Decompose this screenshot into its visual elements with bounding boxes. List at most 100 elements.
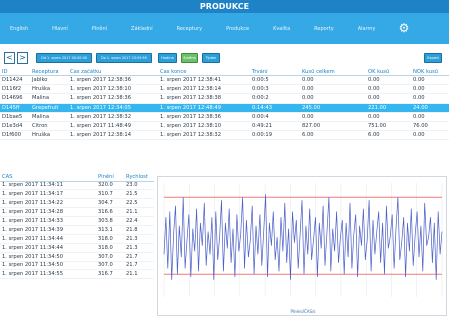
nav-kvalita[interactable]: Kvalita — [273, 26, 290, 32]
export-button[interactable]: Export — [424, 53, 442, 63]
prev-button[interactable]: < — [4, 52, 15, 64]
table-cell: 0.00 — [411, 84, 449, 95]
table-cell: 0.00 — [300, 93, 366, 104]
fill-chart: Plnění/ČAS/s — [157, 176, 447, 316]
measurement-cell: 21.1 — [124, 269, 154, 280]
measurement-cell: 310.7 — [96, 189, 124, 200]
production-table: ID Receptura Čas začátku Čas konce Trván… — [0, 69, 449, 165]
table-cell: 0:00:5 — [250, 75, 300, 86]
table-cell: Grepefruit — [30, 103, 68, 113]
table-cell: 0.00 — [411, 93, 449, 104]
table-cell: 1. srpen 2017 12:38:10 — [68, 84, 158, 95]
table-cell: 0.00 — [411, 130, 449, 141]
table-cell: 76.00 — [411, 121, 449, 132]
table-cell: 0.00 — [411, 112, 449, 122]
hour-button[interactable]: Hodina — [158, 53, 177, 63]
table-row[interactable]: D1e3d4 Citron 1. srpen 2017 11:48:49 1. srp… — [0, 121, 449, 132]
measurement-row[interactable]: 1. srpen 2017 11:34:50 307.0 21.7 — [0, 252, 154, 262]
measurement-cell: 1. srpen 2017 11:34:33 — [0, 216, 96, 226]
table-cell: Hruška — [30, 84, 68, 95]
table-cell: 0:00:4 — [250, 112, 300, 122]
table-cell: 1. srpen 2017 12:38:36 — [68, 93, 158, 104]
table-cell: Citron — [30, 121, 68, 132]
nav-english[interactable]: English — [10, 26, 28, 32]
table-cell: D145ff — [0, 103, 30, 113]
table-row[interactable]: D1f600 Hruška 1. srpen 2017 12:38:14 1. srp… — [0, 130, 449, 141]
table-row[interactable]: D11424 Jablko 1. srpen 2017 12:38:36 1. srp… — [0, 75, 449, 86]
measurement-cell: 23.0 — [124, 181, 154, 191]
measurement-cell: 21.8 — [124, 225, 154, 235]
table-cell: 0:00:19 — [250, 130, 300, 141]
table-cell: D1e3d4 — [0, 121, 30, 132]
table-cell: 0.00 — [366, 75, 411, 86]
measurement-header-row: ČAS Plnění Rychlost — [0, 174, 154, 182]
measurement-table: ČAS Plnění Rychlost 1. srpen 2017 11:34:… — [0, 174, 154, 308]
table-cell: D11424 — [0, 75, 30, 86]
table-cell: 1. srpen 2017 12:38:36 — [158, 112, 250, 122]
measurement-row[interactable]: 1. srpen 2017 11:34:11 320.0 23.0 — [0, 181, 154, 191]
measurement-cell: 304.7 — [96, 198, 124, 209]
table-cell: D14696 — [0, 93, 30, 104]
next-button[interactable]: > — [17, 52, 28, 64]
measurement-row[interactable]: 1. srpen 2017 11:34:55 316.7 21.1 — [0, 269, 154, 280]
measurement-row[interactable]: 1. srpen 2017 11:34:33 303.8 22.4 — [0, 216, 154, 226]
measurement-cell: 21.3 — [124, 234, 154, 244]
measurement-cell: 318.0 — [96, 234, 124, 244]
measurement-cell: 320.0 — [96, 181, 124, 191]
date-to-button[interactable]: Do 1. srpen 2017 23:59:59 — [96, 53, 152, 63]
table-cell: 1. srpen 2017 12:38:36 — [68, 75, 158, 86]
measurement-row[interactable]: 1. srpen 2017 11:34:22 304.7 22.5 — [0, 198, 154, 209]
nav-produkce[interactable]: Produkce — [226, 26, 249, 32]
measurement-cell: 21.1 — [124, 207, 154, 218]
week-button[interactable]: Týden — [202, 53, 220, 63]
table-cell: Malina — [30, 112, 68, 122]
table-cell: 0.00 — [411, 75, 449, 86]
table-cell: 0.00 — [300, 84, 366, 95]
shift-button[interactable]: Směna — [181, 53, 198, 63]
table-cell: Malina — [30, 93, 68, 104]
column-header[interactable]: ČAS — [0, 174, 96, 182]
column-header[interactable]: Plnění — [96, 174, 124, 182]
table-cell: 0:00:2 — [250, 93, 300, 104]
nav-zakladni[interactable]: Základní — [131, 26, 153, 32]
gear-icon[interactable]: ⚙ — [397, 21, 411, 35]
measurement-cell: 1. srpen 2017 11:34:28 — [0, 207, 96, 218]
fill-series-line — [163, 194, 443, 280]
measurement-cell: 21.5 — [124, 189, 154, 200]
nav-reporty[interactable]: Reporty — [314, 26, 334, 32]
table-row[interactable]: D116f2 Hruška 1. srpen 2017 12:38:10 1. srp… — [0, 84, 449, 95]
measurement-cell: 21.3 — [124, 243, 154, 253]
measurement-row[interactable]: 1. srpen 2017 11:34:50 307.0 21.7 — [0, 261, 154, 271]
nav-hlavni[interactable]: Hlavní — [52, 26, 68, 32]
measurement-row[interactable]: 1. srpen 2017 11:34:44 318.0 21.3 — [0, 234, 154, 244]
measurement-row[interactable]: 1. srpen 2017 11:34:39 313.1 21.8 — [0, 225, 154, 235]
nav-alarmy[interactable]: Alarmy — [358, 26, 376, 32]
nav-plneni[interactable]: Plnění — [92, 26, 107, 32]
column-header[interactable]: Rychlost — [124, 174, 154, 182]
measurement-cell: 307.0 — [96, 252, 124, 262]
table-cell: 221.00 — [366, 103, 411, 113]
measurement-cell: 21.7 — [124, 261, 154, 271]
date-from-button[interactable]: Od 1. srpen 2017 00:00:00 — [36, 53, 92, 63]
measurement-cell: 22.4 — [124, 216, 154, 226]
measurement-cell: 1. srpen 2017 11:34:11 — [0, 181, 96, 191]
table-cell: 0:49:21 — [250, 121, 300, 132]
table-row[interactable]: D1bae5 Malina 1. srpen 2017 12:38:32 1. srp… — [0, 112, 449, 122]
table-cell: 24.00 — [411, 103, 449, 113]
nav-receptury[interactable]: Receptury — [177, 26, 202, 32]
table-cell: 1. srpen 2017 12:38:41 — [158, 75, 250, 86]
table-cell: D1bae5 — [0, 112, 30, 122]
table-row[interactable]: D145ff Grepefruit 1. srpen 2017 12:34:05 1.… — [0, 103, 449, 113]
measurement-row[interactable]: 1. srpen 2017 11:34:28 316.6 21.1 — [0, 207, 154, 218]
table-cell: 0.00 — [366, 93, 411, 104]
table-cell: 1. srpen 2017 11:48:49 — [68, 121, 158, 132]
measurement-row[interactable]: 1. srpen 2017 11:34:17 310.7 21.5 — [0, 189, 154, 200]
table-cell: 0.00 — [366, 84, 411, 95]
table-row[interactable]: D14696 Malina 1. srpen 2017 12:38:36 1. srp… — [0, 93, 449, 104]
table-cell: 1. srpen 2017 12:38:14 — [68, 130, 158, 141]
table-cell: 6.00 — [366, 130, 411, 141]
measurement-row[interactable]: 1. srpen 2017 11:34:44 318.0 21.3 — [0, 243, 154, 253]
table-cell: 0.00 — [366, 112, 411, 122]
measurement-section: ČAS Plnění Rychlost 1. srpen 2017 11:34:… — [0, 174, 449, 320]
measurement-cell: 1. srpen 2017 11:34:55 — [0, 269, 96, 280]
